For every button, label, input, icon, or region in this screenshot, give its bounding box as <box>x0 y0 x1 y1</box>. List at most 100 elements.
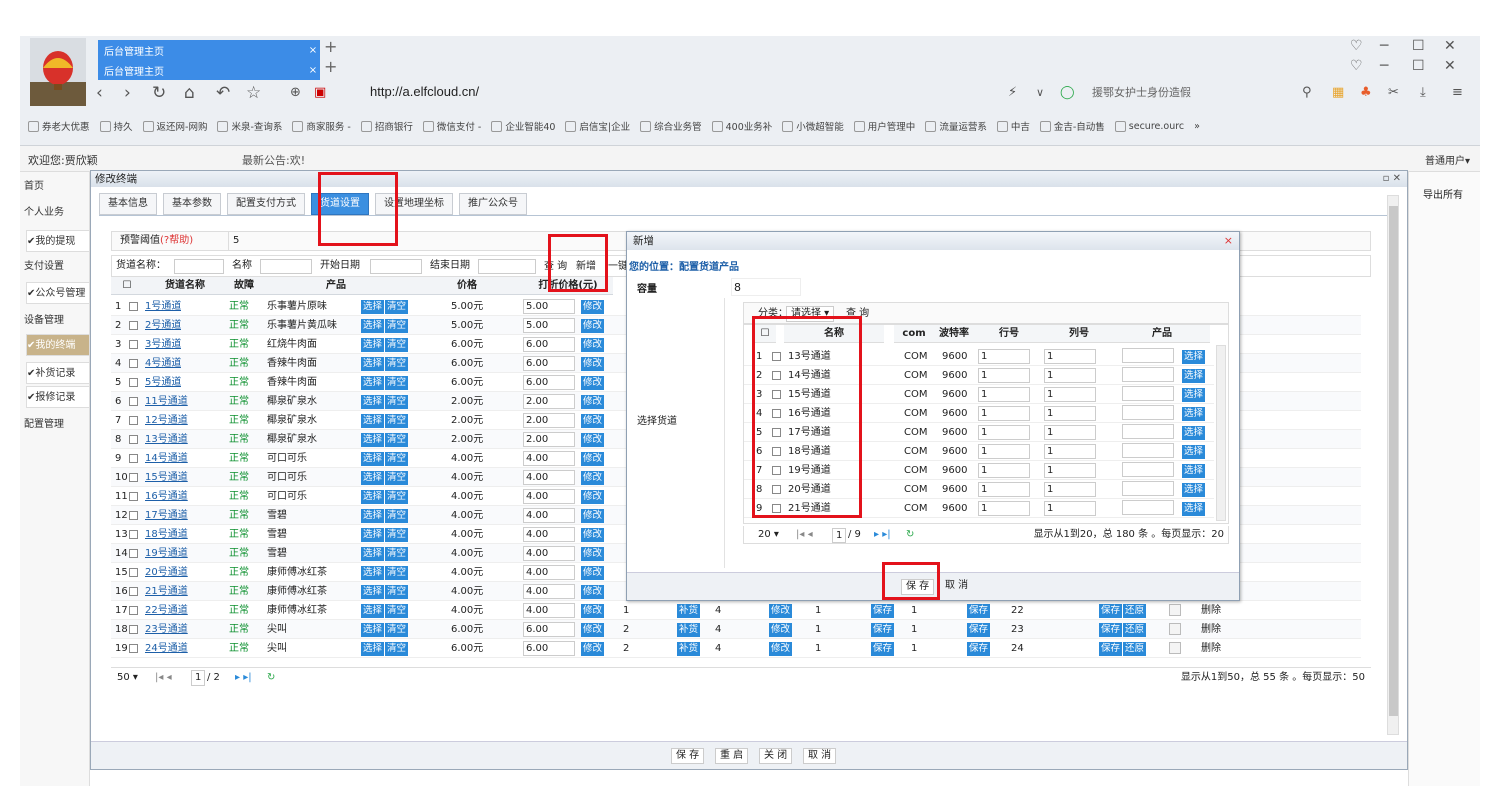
discount-price-input[interactable]: 6.00 <box>523 620 575 639</box>
save-row-button[interactable]: 保存 <box>871 639 895 658</box>
sidebar-item[interactable]: ✔我的提现 <box>26 230 90 252</box>
delete-button[interactable]: 删除 <box>1201 639 1221 658</box>
first-prev-page-icon[interactable]: |◂ ◂ <box>796 526 813 544</box>
modify-button[interactable]: 修改 <box>769 639 793 658</box>
refresh-icon[interactable]: ↻ <box>906 526 914 544</box>
select-button[interactable]: 选择 <box>361 563 385 582</box>
row-input[interactable]: 1 <box>978 499 1030 518</box>
column-input[interactable]: 1 <box>1044 499 1096 518</box>
bookmarks-more-icon[interactable]: » <box>1194 116 1200 136</box>
clear-button[interactable]: 清空 <box>385 316 409 335</box>
clear-button[interactable]: 清空 <box>385 601 409 620</box>
clear-button[interactable]: 清空 <box>385 392 409 411</box>
modify-button[interactable]: 修改 <box>581 582 605 601</box>
checkbox[interactable] <box>129 643 138 653</box>
column-header[interactable]: 价格 <box>411 277 523 295</box>
clear-button[interactable]: 清空 <box>385 506 409 525</box>
product-input[interactable] <box>1122 499 1174 522</box>
sidebar-item[interactable]: ✔公众号管理 <box>26 282 90 304</box>
checkbox[interactable] <box>129 586 138 596</box>
channel-name-link[interactable]: 15号通道 <box>145 468 188 487</box>
sidebar-item[interactable]: 个人业务 <box>24 202 90 224</box>
bookmark-item[interactable]: 金吉-自动售 <box>1039 116 1105 136</box>
bookmark-item[interactable]: secure.ourc <box>1114 116 1184 136</box>
column-header[interactable]: 产品 <box>261 277 411 295</box>
bookmark-item[interactable]: 米泉-查询系 <box>217 116 282 136</box>
start-date-input[interactable] <box>370 259 422 274</box>
column-header[interactable]: ☐ <box>111 277 143 295</box>
clear-button[interactable]: 清空 <box>385 468 409 487</box>
download-icon[interactable]: ⤓ <box>1420 82 1426 104</box>
minimize-button[interactable]: ─ <box>1380 38 1388 54</box>
star-icon[interactable]: ☆ <box>246 82 261 104</box>
save-button[interactable]: 保 存 <box>671 748 705 764</box>
channel-name-link[interactable]: 13号通道 <box>145 430 188 449</box>
bookmark-item[interactable]: 返还网-网购 <box>142 116 207 136</box>
checkbox[interactable] <box>129 472 138 482</box>
modify-button[interactable]: 修改 <box>581 525 605 544</box>
bookmark-item[interactable]: 中吉 <box>996 116 1030 136</box>
column-header[interactable]: 行号 <box>974 325 1044 343</box>
row-checkbox[interactable] <box>129 411 138 430</box>
discount-price-input[interactable]: 6.00 <box>523 639 575 658</box>
select-button[interactable]: 选择 <box>1182 385 1206 404</box>
row-toggle[interactable] <box>1169 639 1181 661</box>
row-checkbox[interactable] <box>129 525 138 544</box>
chevron-down-icon[interactable]: ∨ <box>1036 82 1044 104</box>
row-input[interactable]: 1 <box>978 423 1030 442</box>
checkbox[interactable] <box>129 339 138 349</box>
tab-close-icon[interactable]: × <box>306 45 320 56</box>
select-button[interactable]: 选择 <box>361 335 385 354</box>
restart-button[interactable]: 重 启 <box>715 748 749 764</box>
checkbox[interactable] <box>129 529 138 539</box>
modify-button[interactable]: 修改 <box>581 297 605 316</box>
scroll-thumb[interactable] <box>1389 206 1398 716</box>
column-input[interactable]: 1 <box>1044 347 1096 366</box>
bookmark-item[interactable]: 综合业务管 <box>640 116 702 136</box>
modify-button[interactable]: 修改 <box>581 392 605 411</box>
bookmark-item[interactable]: 商家服务 - <box>292 116 351 136</box>
checkbox[interactable] <box>129 624 138 634</box>
checkbox[interactable] <box>129 548 138 558</box>
bookmark-item[interactable]: 启信宝|企业 <box>565 116 630 136</box>
modify-button[interactable]: 修改 <box>581 601 605 620</box>
sidebar-item[interactable]: 配置管理 <box>24 414 90 436</box>
select-button[interactable]: 选择 <box>1182 442 1206 461</box>
dialog-tab[interactable]: 推广公众号 <box>459 193 527 215</box>
column-input[interactable]: 1 <box>1044 480 1096 499</box>
channel-name-link[interactable]: 11号通道 <box>145 392 188 411</box>
clear-button[interactable]: 清空 <box>385 430 409 449</box>
row-input[interactable]: 1 <box>978 480 1030 499</box>
channel-name-link[interactable]: 21号通道 <box>145 582 188 601</box>
channel-name-link[interactable]: 22号通道 <box>145 601 188 620</box>
channel-name-input[interactable] <box>174 259 224 274</box>
clear-button[interactable]: 清空 <box>385 411 409 430</box>
select-button[interactable]: 选择 <box>361 316 385 335</box>
toggle-box[interactable] <box>1169 623 1181 635</box>
modify-button[interactable]: 修改 <box>581 544 605 563</box>
row-checkbox[interactable] <box>129 620 138 639</box>
select-button[interactable]: 选择 <box>361 487 385 506</box>
row-checkbox[interactable] <box>129 430 138 449</box>
sidebar-item[interactable]: ✔报修记录 <box>26 386 90 408</box>
select-button[interactable]: 选择 <box>361 601 385 620</box>
column-header[interactable]: com <box>894 325 934 343</box>
browser-tab[interactable]: 后台管理主页 × <box>98 60 320 80</box>
lightning-icon[interactable]: ⚡ <box>1008 82 1017 104</box>
row-checkbox[interactable] <box>129 601 138 620</box>
modify-button[interactable]: 修改 <box>581 468 605 487</box>
search-input[interactable]: 援鄂女护士身份造假 <box>1092 82 1242 104</box>
save-row-button[interactable]: 保存 <box>871 601 895 620</box>
checkbox[interactable] <box>129 301 138 311</box>
discount-price-input[interactable]: 5.00 <box>523 316 575 335</box>
dialog-tab[interactable]: 基本参数 <box>163 193 221 215</box>
warning-help-link[interactable]: (?帮助) <box>160 235 193 246</box>
checkbox[interactable] <box>129 510 138 520</box>
modify-button[interactable]: 修改 <box>581 335 605 354</box>
select-button[interactable]: 选择 <box>361 639 385 658</box>
checkbox[interactable] <box>129 358 138 368</box>
select-button[interactable]: 选择 <box>361 430 385 449</box>
row-checkbox[interactable] <box>129 297 138 316</box>
toggle-box[interactable] <box>1169 642 1181 654</box>
clear-button[interactable]: 清空 <box>385 354 409 373</box>
